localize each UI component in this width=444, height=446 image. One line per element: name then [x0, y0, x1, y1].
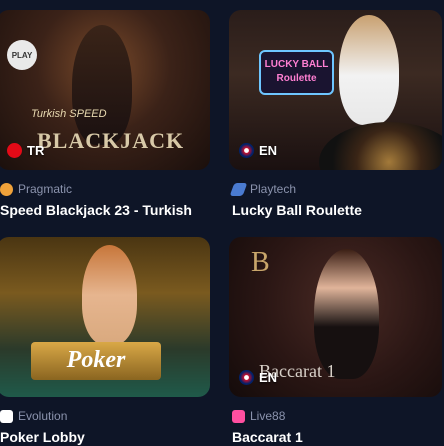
provider-name: Pragmatic	[18, 182, 73, 196]
provider-row: Pragmatic	[0, 182, 72, 196]
game-title[interactable]: Poker Lobby	[0, 429, 85, 445]
game-card-speed-blackjack[interactable]: PLAY Turkish SPEED BLACKJACK TR Pragmati…	[0, 10, 210, 218]
live88-icon	[232, 409, 245, 423]
dealer-image	[314, 249, 379, 379]
game-title[interactable]: Speed Blackjack 23 - Turkish	[0, 202, 192, 218]
language-badge: EN	[239, 370, 277, 385]
game-thumbnail[interactable]: PLAY Turkish SPEED BLACKJACK TR	[0, 10, 210, 170]
dealer-image	[339, 15, 399, 125]
game-thumbnail[interactable]: Poker	[0, 237, 210, 397]
language-code: EN	[259, 143, 278, 158]
provider-row: Playtech	[229, 182, 297, 196]
game-thumbnail[interactable]: B Baccarat 1 EN	[229, 237, 442, 397]
language-code: TR	[27, 143, 45, 158]
lucky-ball-sign: LUCKY BALL Roulette	[259, 50, 334, 95]
provider-name: Playtech	[250, 182, 297, 196]
game-title[interactable]: Lucky Ball Roulette	[232, 202, 362, 218]
game-card-baccarat-1[interactable]: B Baccarat 1 EN Live88 Baccarat 1	[229, 237, 442, 445]
baccarat-logo: B	[251, 247, 270, 278]
provider-name: Evolution	[18, 409, 68, 423]
turkey-flag-icon	[7, 143, 22, 158]
language-badge: TR	[7, 143, 44, 158]
bj-logo-text: BLACKJACK	[37, 128, 185, 153]
language-code: EN	[259, 370, 278, 385]
provider-name: Live88	[250, 409, 286, 423]
bj-subtitle: Turkish SPEED	[31, 108, 107, 120]
provider-row: Live88	[232, 409, 285, 423]
play-logo: PLAY	[7, 40, 37, 70]
game-title[interactable]: Baccarat 1	[232, 429, 303, 445]
evolution-icon	[0, 409, 13, 423]
playtech-icon	[229, 182, 248, 196]
dealer-image	[82, 245, 137, 345]
game-thumbnail[interactable]: LUCKY BALL Roulette EN	[229, 10, 442, 170]
provider-row: Evolution	[0, 409, 67, 423]
language-badge: EN	[239, 143, 277, 158]
dealer-image	[72, 25, 132, 145]
uk-flag-icon	[239, 370, 254, 385]
poker-sign: Poker	[31, 342, 161, 380]
pragmatic-icon	[0, 182, 13, 196]
roulette-wheel	[319, 122, 442, 170]
game-card-poker-lobby[interactable]: Poker Evolution Poker Lobby	[0, 237, 210, 445]
uk-flag-icon	[239, 143, 254, 158]
game-card-lucky-ball-roulette[interactable]: LUCKY BALL Roulette EN Playtech Lucky Ba…	[229, 10, 442, 218]
